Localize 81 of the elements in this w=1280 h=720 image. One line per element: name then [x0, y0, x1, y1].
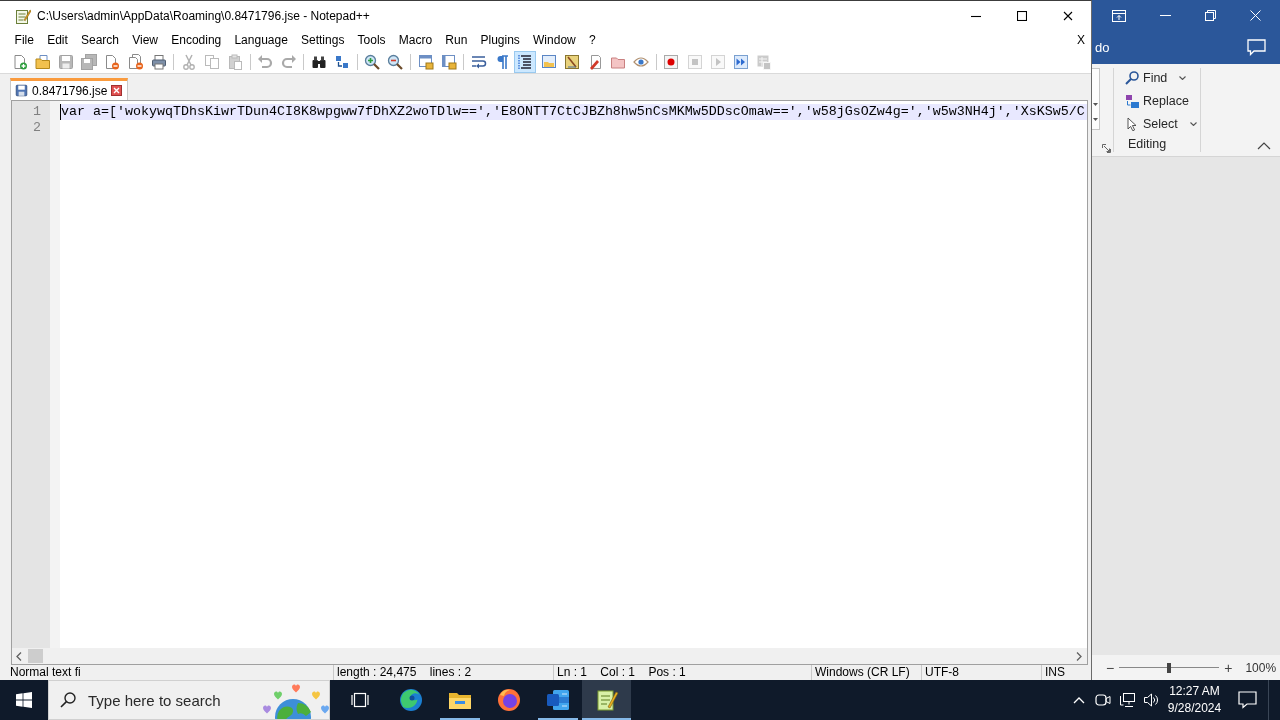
dialog-launcher-icon[interactable]	[1102, 144, 1111, 153]
notepad-pen-icon	[594, 688, 619, 712]
clock-time[interactable]: 12:27 AM	[1169, 683, 1220, 700]
new-file-icon[interactable]	[11, 53, 28, 70]
notepad-pen-icon	[15, 7, 31, 24]
maximize-icon[interactable]	[1017, 10, 1027, 21]
chevron-up-icon[interactable]	[1073, 696, 1085, 704]
flame-globe-icon	[496, 688, 521, 712]
record-icon[interactable]	[663, 53, 680, 70]
swirl-icon	[398, 688, 423, 712]
scroll-left-icon[interactable]	[16, 651, 22, 661]
line-number: 2	[32, 120, 42, 136]
document-tile-icon	[545, 688, 570, 712]
taskbar-button[interactable]	[582, 680, 631, 720]
caret-icon[interactable]	[1093, 118, 1098, 121]
ribbon-button[interactable]: Find	[1125, 66, 1200, 89]
menu-item[interactable]: Plugins	[473, 32, 527, 48]
notification-icon[interactable]	[1237, 691, 1257, 709]
search-icon	[60, 692, 76, 708]
task-view-icon[interactable]	[351, 692, 369, 708]
menu-item[interactable]: Window	[526, 32, 583, 48]
collapse-icon[interactable]	[1257, 142, 1271, 150]
horizontal-scrollbar[interactable]	[12, 648, 1087, 664]
open-folder-icon[interactable]	[34, 53, 51, 70]
menu-item[interactable]: Language	[227, 32, 295, 48]
close-icon[interactable]	[111, 85, 123, 96]
search-field[interactable]: Type here to search	[88, 691, 248, 709]
search-icon	[1125, 70, 1139, 85]
caret-icon[interactable]	[1093, 103, 1098, 106]
menu-item[interactable]: Settings	[294, 32, 351, 48]
indent-guide-icon[interactable]	[514, 50, 537, 73]
zoom-in-button[interactable]: +	[1224, 660, 1233, 675]
menu-item[interactable]: Edit	[40, 32, 75, 48]
fast-forward-icon[interactable]	[733, 53, 750, 70]
zoom-in-icon[interactable]	[364, 53, 381, 70]
camera-icon[interactable]	[1095, 692, 1111, 708]
replace-icon[interactable]	[334, 53, 351, 70]
cursor-icon	[1125, 116, 1139, 131]
volume-icon[interactable]	[1143, 692, 1159, 708]
menu-item[interactable]: Macro	[392, 32, 439, 48]
pages-minus-icon[interactable]	[127, 53, 144, 70]
scroll-right-icon[interactable]	[1076, 651, 1082, 661]
menu-item[interactable]: Encoding	[164, 32, 228, 48]
zoom-out-button[interactable]: −	[1106, 660, 1115, 675]
menu-item[interactable]: View	[125, 32, 165, 48]
map-icon[interactable]	[563, 53, 580, 70]
replace-icon	[1125, 93, 1139, 108]
start-icon[interactable]	[16, 692, 32, 708]
window-title: C:\Users\admin\AppData\Roaming\0.8471796.jse - Notepad++	[37, 8, 370, 23]
file-tab[interactable]: 0.8471796.jse	[10, 78, 129, 100]
gallery-scrollbar[interactable]	[1092, 68, 1100, 130]
tell-me-text[interactable]: do	[1095, 40, 1110, 55]
ribbon-display-icon[interactable]	[1112, 9, 1126, 22]
scrollbar-thumb[interactable]	[28, 649, 43, 663]
menu-item[interactable]: Tools	[350, 32, 393, 48]
search-bar[interactable]: Type here to search	[48, 680, 330, 720]
comment-icon[interactable]	[1247, 39, 1266, 56]
status-text: Normal text fi	[9, 665, 82, 680]
zoom-out-icon[interactable]	[387, 53, 404, 70]
menu-item[interactable]: Search	[74, 32, 126, 48]
line-number: 1	[32, 104, 42, 120]
network-icon[interactable]	[1119, 692, 1135, 708]
menu-item[interactable]: File	[8, 32, 41, 48]
word-wrap-icon[interactable]	[470, 53, 487, 70]
menu-item[interactable]: Run	[438, 32, 474, 48]
slider-thumb[interactable]	[1167, 662, 1172, 673]
ribbon-button[interactable]: Replace	[1125, 89, 1200, 112]
menu-item[interactable]: ?	[582, 32, 603, 48]
window-folder-icon[interactable]	[540, 53, 557, 70]
window-lock-icon[interactable]	[440, 53, 457, 70]
clock-date[interactable]: 9/28/2024	[1167, 700, 1222, 717]
page-minus-icon[interactable]	[104, 53, 121, 70]
printer-icon[interactable]	[150, 53, 167, 70]
zoom-level[interactable]: 100%	[1245, 660, 1277, 675]
close-document-button[interactable]: X	[1077, 32, 1085, 48]
text-editor[interactable]: 1 2 var a=['wokywqTDhsKiwrTDun4CI8K8wpgww7fDhXZ2woTDlw==','E8ONTT7CtCJBZh8hw5nCsMKMw5DDscOmaw==','w58jGsOZw4g=','w5w3NH4j','XsKSw5/C	[11, 100, 1088, 665]
close-icon[interactable]	[1063, 10, 1073, 21]
restore-icon[interactable]	[1205, 10, 1216, 21]
ribbon-button[interactable]: Select	[1125, 112, 1200, 135]
window-lock-icon[interactable]	[417, 53, 434, 70]
group-label: Editing	[1128, 136, 1168, 152]
